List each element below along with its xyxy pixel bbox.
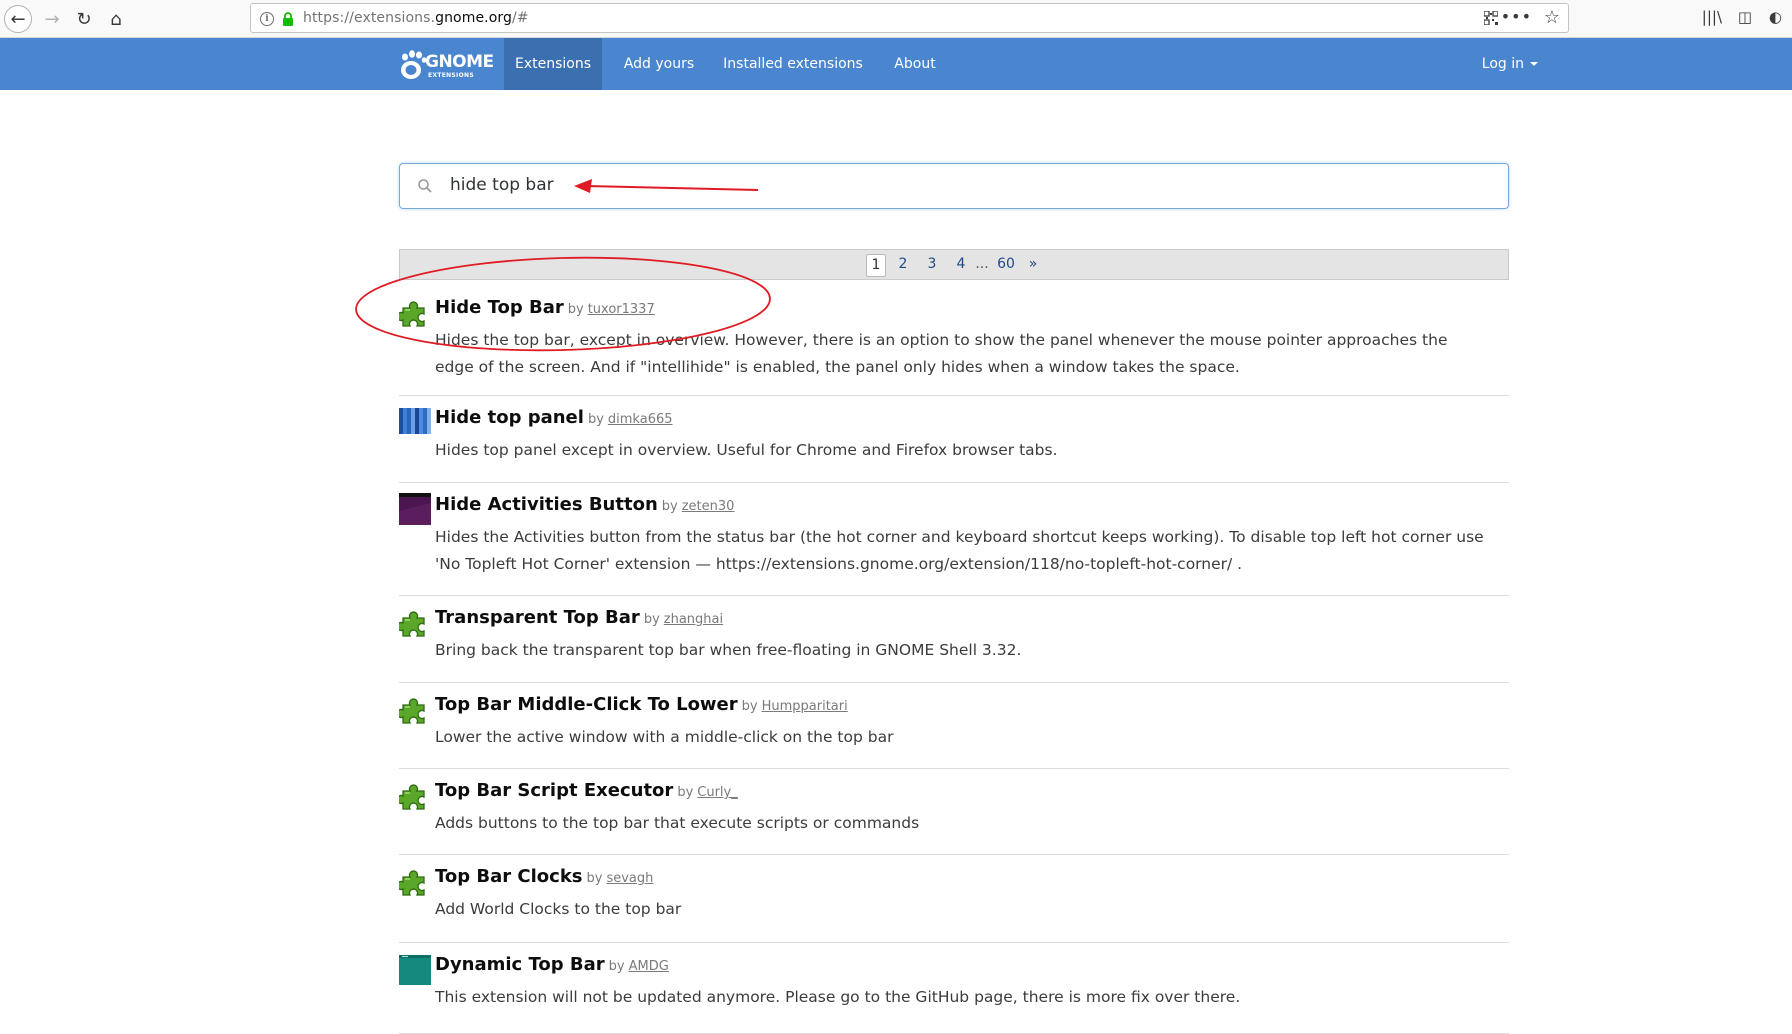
result-title-row: Dynamic Top Bar by AMDG [435,954,669,975]
extension-title-link[interactable]: Hide top panel [435,407,584,428]
site-navbar: GNOME EXTENSIONS Extensions Add yours In… [0,38,1792,90]
page-60[interactable]: 60 [994,254,1018,275]
result-title-row: Transparent Top Bar by zhanghai [435,607,723,628]
extension-description: Add World Clocks to the top bar [435,900,682,918]
extension-description: Hides the Activities button from the sta… [435,528,1484,573]
by-label: by [587,412,604,427]
puzzle-icon[interactable] [396,865,431,897]
sidebar-icon[interactable]: ◫ [1738,8,1752,26]
search-input[interactable]: hide top bar [399,163,1509,209]
result-item: Transparent Top Bar by zhanghai Bring back … [396,596,1509,683]
extension-title-link[interactable]: Hide Activities Button [435,494,658,515]
extension-title-link[interactable]: Top Bar Middle-Click To Lower [435,694,738,715]
puzzle-icon[interactable] [396,693,431,725]
extension-description: This extension will not be updated anymo… [435,988,1241,1006]
by-label: by [586,871,603,886]
extension-description: Lower the active window with a middle-cl… [435,728,894,746]
bookmark-star-icon[interactable]: ☆ [1544,7,1560,28]
extension-title-link[interactable]: Top Bar Clocks [435,866,583,887]
extension-title-link[interactable]: Top Bar Script Executor [435,780,673,801]
caret-down-icon [1530,62,1538,66]
blue-stripes-icon[interactable] [399,406,431,438]
nav-add-yours[interactable]: Add yours [612,38,706,90]
gnome-logo[interactable]: GNOME EXTENSIONS [397,47,494,81]
by-label: by [661,499,678,514]
result-item: Hide Activities Button by zeten30 Hides the… [399,483,1509,596]
extension-title-link[interactable]: Transparent Top Bar [435,607,640,628]
back-icon[interactable]: ← [4,5,32,33]
search-icon [418,179,432,193]
gnome-foot-icon [401,50,427,79]
result-item: Dynamic Top Bar by AMDG This extension will… [399,943,1509,1034]
extension-description: Hides the top bar, except in overview. H… [435,331,1448,376]
search-value: hide top bar [450,175,554,195]
author-link[interactable]: tuxor1337 [588,302,655,317]
result-title-row: Hide Top Bar by tuxor1337 [435,297,655,318]
page-3[interactable]: 3 [923,254,941,275]
puzzle-icon[interactable] [396,779,431,811]
by-label: by [608,959,625,974]
brand-name: GNOME [425,52,494,72]
qr-code-icon[interactable] [1484,11,1498,25]
result-item: Top Bar Middle-Click To Lower by Humpparit… [396,683,1509,769]
author-link[interactable]: AMDG [629,959,669,974]
author-link[interactable]: Curly_ [697,785,737,800]
login-dropdown[interactable]: Log in [1482,38,1538,90]
result-title-row: Top Bar Middle-Click To Lower by Humpparit… [435,694,848,715]
by-label: by [741,699,758,714]
result-item: Top Bar Script Executor by Curly_ Adds butt… [396,769,1509,855]
by-label: by [643,612,660,627]
brand-subtitle: EXTENSIONS [428,72,474,79]
result-title-row: Hide top panel by dimka665 [435,407,673,428]
forward-icon[interactable]: → [38,5,66,33]
paginator: 1 2 3 4 ... 60 » [399,249,1509,280]
extension-icon[interactable]: ◐ [1769,8,1782,26]
result-title-row: Hide Activities Button by zeten30 [435,494,734,515]
lock-icon [283,12,293,26]
author-link[interactable]: zhanghai [664,612,723,627]
extension-description: Adds buttons to the top bar that execute… [435,814,920,832]
browser-toolbar: ← → ↻ ⌂ i https://extensions.gnome.org/#… [0,0,1792,38]
nav-installed-extensions[interactable]: Installed extensions [718,38,868,90]
nav-extensions[interactable]: Extensions [504,38,602,90]
result-title-row: Top Bar Script Executor by Curly_ [435,780,738,801]
result-item: Hide top panel by dimka665 Hides top panel … [399,396,1509,483]
page-2[interactable]: 2 [894,254,912,275]
teal-screenshot-icon[interactable] [399,953,431,985]
result-title-row: Top Bar Clocks by sevagh [435,866,653,887]
extension-title-link[interactable]: Hide Top Bar [435,297,564,318]
page-next[interactable]: » [1024,254,1042,275]
by-label: by [567,302,584,317]
extension-description: Hides top panel except in overview. Usef… [435,441,1058,459]
nav-about[interactable]: About [880,38,950,90]
author-link[interactable]: dimka665 [608,412,673,427]
library-icon[interactable]: |||\ [1702,8,1722,26]
info-icon[interactable]: i [260,12,274,26]
puzzle-icon[interactable] [396,296,431,328]
author-link[interactable]: Humpparitari [762,699,848,714]
extension-description: Bring back the transparent top bar when … [435,641,1022,659]
login-label: Log in [1481,56,1524,72]
page-actions-icon[interactable]: ••• [1501,7,1532,26]
extension-title-link[interactable]: Dynamic Top Bar [435,954,605,975]
puzzle-icon[interactable] [396,606,431,638]
author-link[interactable]: zeten30 [682,499,735,514]
url-text[interactable]: https://extensions.gnome.org/# [303,10,529,26]
page-ellipsis: ... [975,256,989,272]
reload-icon[interactable]: ↻ [70,5,98,33]
url-bar[interactable]: i https://extensions.gnome.org/# ••• ☆ [250,3,1569,33]
result-item: Hide Top Bar by tuxor1337 Hides the top bar… [396,286,1509,396]
page-4[interactable]: 4 [952,254,970,275]
page-1[interactable]: 1 [866,254,886,277]
by-label: by [677,785,694,800]
result-item: Top Bar Clocks by sevagh Add World Clocks t… [396,855,1509,943]
home-icon[interactable]: ⌂ [102,5,130,33]
author-link[interactable]: sevagh [606,871,653,886]
dark-purple-icon[interactable] [399,493,431,525]
